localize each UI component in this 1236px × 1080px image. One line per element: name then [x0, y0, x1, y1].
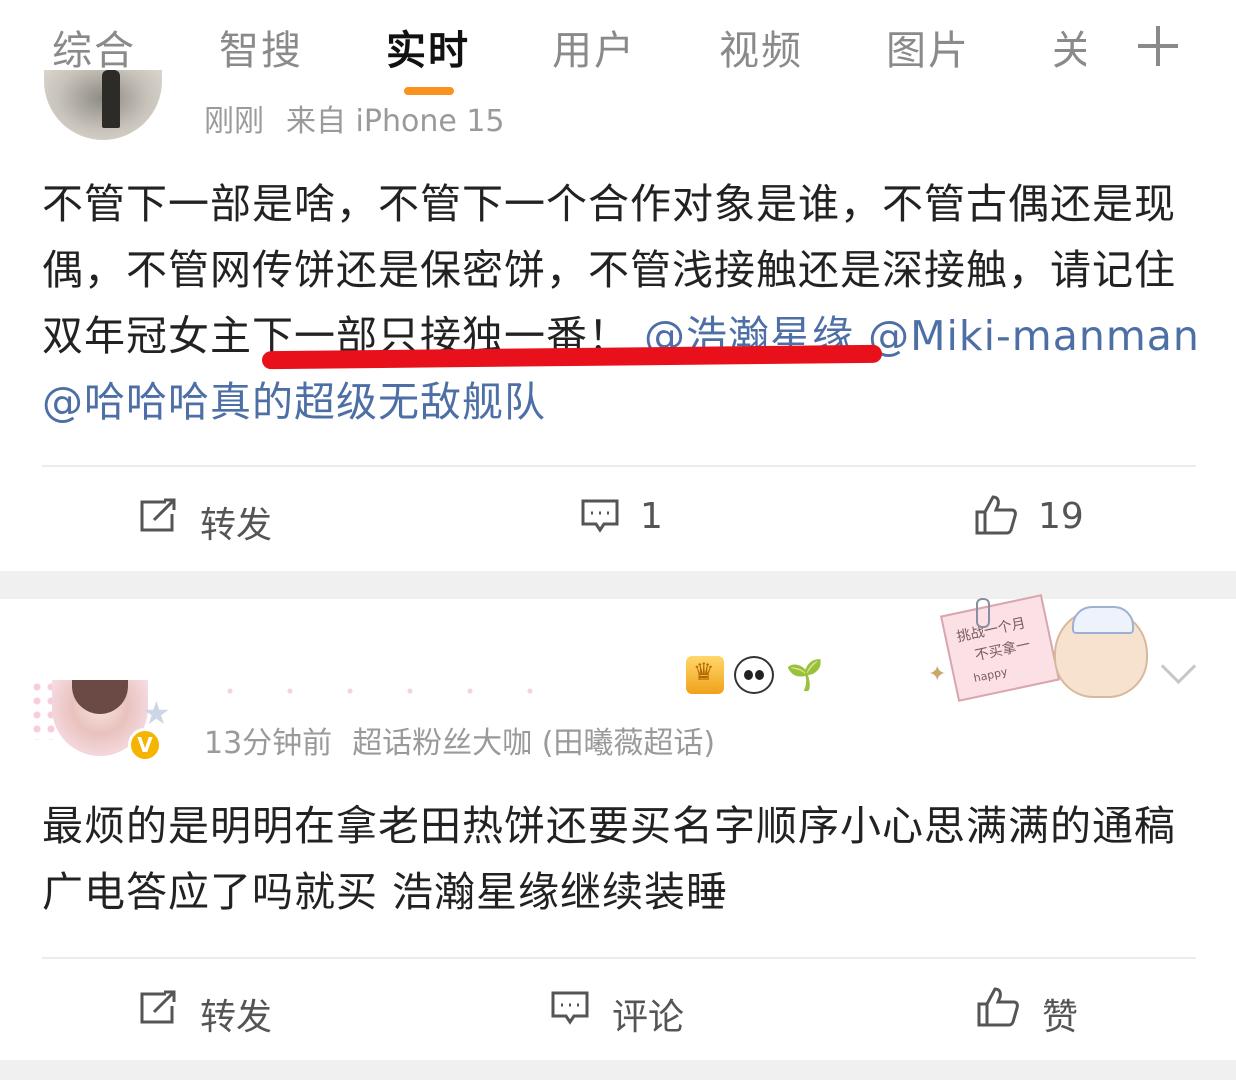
note-text-3: happy	[972, 665, 1009, 685]
share-button[interactable]: 转发	[138, 988, 272, 1040]
panda-badge-icon[interactable]	[734, 656, 774, 694]
thumbs-up-icon	[977, 987, 1019, 1027]
top-tab-bar: 综合 智搜 实时 用户 视频 图片 关	[0, 0, 1236, 96]
star-icon: ★	[142, 694, 171, 732]
tab-follow[interactable]: 关	[1052, 18, 1086, 76]
feed-separator	[0, 571, 1236, 599]
like-button[interactable]: 赞	[976, 987, 1079, 1040]
verified-badge-icon: V	[128, 728, 162, 762]
like-count: 19	[1038, 496, 1084, 537]
comment-button[interactable]: 1	[580, 496, 663, 537]
mention-link[interactable]: @Miki-manman	[868, 312, 1200, 360]
divider	[42, 957, 1196, 959]
post-text: 最烦的是明明在拿老田热饼还要买名字顺序小心思满满的通稿 广电答应了吗就买 浩瀚星…	[42, 802, 1176, 916]
chevron-down-icon[interactable]	[1160, 648, 1197, 685]
post-meta: 刚刚 来自 iPhone 15	[204, 96, 505, 140]
post-time: 刚刚	[204, 104, 264, 139]
share-icon	[140, 990, 176, 1024]
sticky-note: 挑战一个月 不买拿一 happy	[939, 594, 1061, 702]
thumbs-up-icon	[975, 495, 1017, 535]
share-label: 转发	[200, 505, 273, 546]
crown-badge-icon[interactable]	[686, 656, 724, 694]
share-label: 转发	[200, 997, 273, 1038]
like-button[interactable]: 19	[974, 495, 1084, 537]
sparkle-icon: ✦	[928, 662, 947, 687]
tab-videos[interactable]: 视频	[719, 18, 803, 76]
feed-separator	[0, 1060, 1236, 1080]
tab-users[interactable]: 用户	[552, 18, 636, 76]
post-source: 来自 iPhone 15	[286, 104, 505, 139]
share-button[interactable]: 转发	[138, 496, 272, 548]
post-time: 13分钟前	[204, 726, 333, 761]
tab-comprehensive[interactable]: 综合	[52, 18, 136, 76]
divider	[42, 465, 1196, 467]
avatar[interactable]	[44, 70, 162, 140]
active-tab-indicator	[404, 87, 454, 95]
comment-label: 评论	[612, 997, 685, 1038]
like-label: 赞	[1042, 997, 1079, 1038]
comment-button[interactable]: 评论	[550, 988, 684, 1040]
sprout-badge-icon[interactable]: 🌱	[786, 658, 823, 693]
share-icon	[140, 498, 176, 532]
tab-images[interactable]: 图片	[886, 18, 970, 76]
plus-icon[interactable]	[1138, 26, 1178, 66]
card-decoration: ✦ 挑战一个月 不买拿一 happy	[920, 594, 1160, 710]
paperclip-icon	[976, 598, 990, 628]
post-body: 不管下一部是啥，不管下一个合作对象是谁，不管古偶还是现偶，不管网传饼还是保密饼，…	[42, 171, 1202, 435]
comment-icon	[551, 991, 589, 1025]
post-body: 最烦的是明明在拿老田热饼还要买名字顺序小心思满满的通稿 广电答应了吗就买 浩瀚星…	[42, 793, 1202, 925]
comment-icon	[581, 499, 619, 533]
post-source: 超话粉丝大咖 (田曦薇超话)	[352, 726, 716, 761]
post-meta: 13分钟前 超话粉丝大咖 (田曦薇超话)	[204, 718, 715, 762]
tab-realtime[interactable]: 实时	[386, 18, 470, 76]
comment-count: 1	[640, 496, 663, 537]
username-decoration[interactable]	[200, 688, 580, 694]
nurse-cat-icon	[1054, 606, 1148, 698]
tab-smart-search[interactable]: 智搜	[219, 18, 303, 76]
mention-link[interactable]: @哈哈哈真的超级无敌舰队	[42, 378, 546, 426]
